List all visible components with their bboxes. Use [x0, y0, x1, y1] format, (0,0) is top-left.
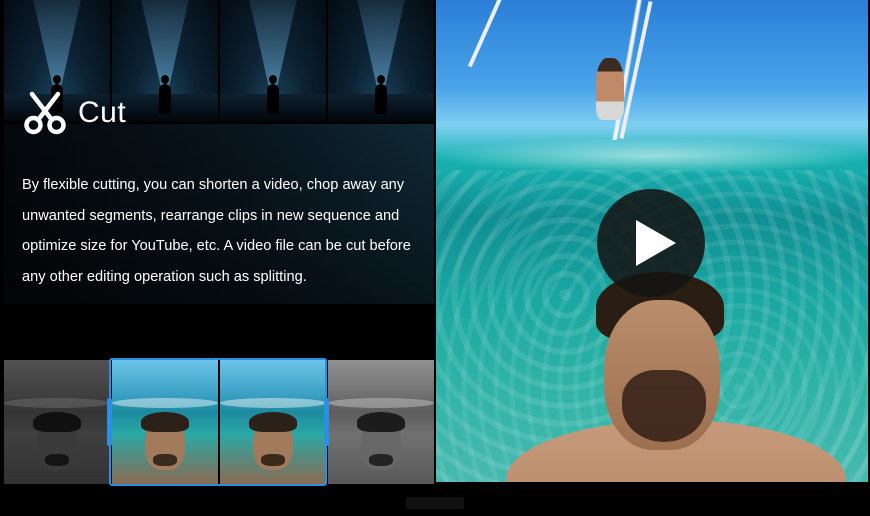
play-icon	[636, 220, 676, 266]
trim-end-handle[interactable]	[324, 398, 329, 446]
feature-header: Cut	[22, 88, 126, 138]
water-surface	[436, 138, 868, 174]
feature-panel: Cut By flexible cutting, you can shorten…	[0, 0, 434, 486]
night-thumbnail	[112, 0, 218, 122]
night-thumbnail	[328, 0, 434, 122]
cut-selection-range[interactable]	[107, 358, 329, 486]
boat-mast	[467, 0, 505, 68]
feature-title: Cut	[78, 96, 127, 129]
scroll-handle[interactable]	[406, 497, 464, 509]
clip-thumbnail[interactable]	[4, 360, 110, 484]
scissors-icon	[24, 91, 66, 135]
trim-start-handle[interactable]	[107, 398, 112, 446]
clip-thumbnail[interactable]	[328, 360, 434, 484]
sailor-figure	[596, 58, 624, 120]
diver-beard	[622, 370, 706, 442]
play-button[interactable]	[597, 189, 705, 297]
feature-description: By flexible cutting, you can shorten a v…	[22, 177, 411, 285]
night-thumbnail	[220, 0, 326, 122]
